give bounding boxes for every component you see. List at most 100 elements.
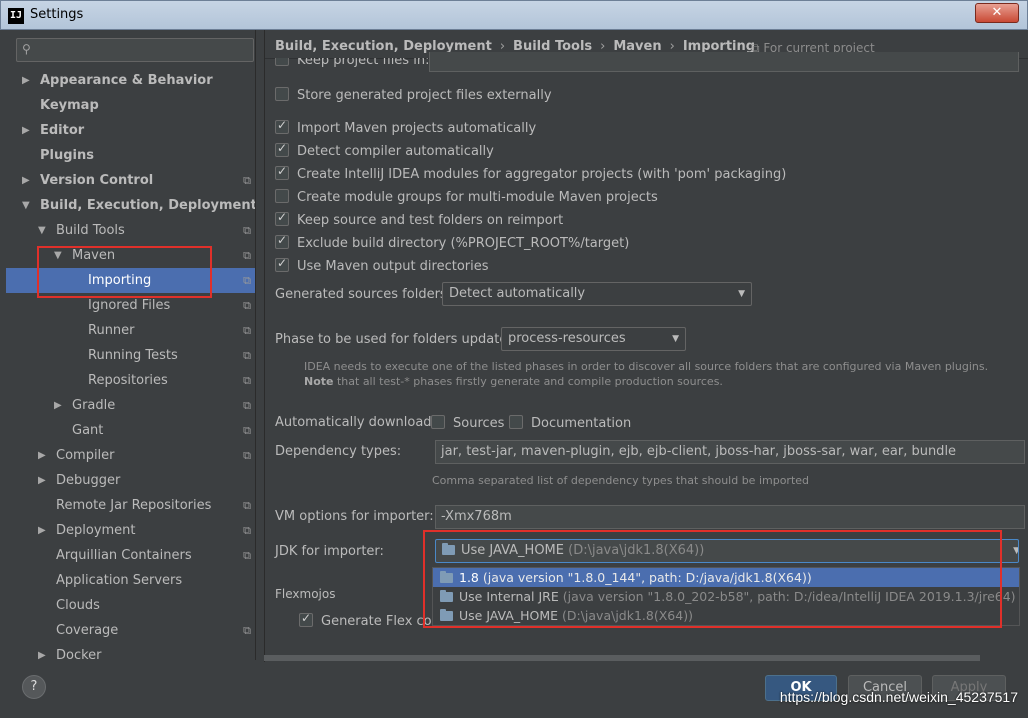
sidebar-item-running-tests[interactable]: Running Tests ⧉ [6,343,263,368]
keep-project-files-checkbox[interactable] [275,58,289,66]
project-scope-icon: ⧉ [243,324,251,337]
project-scope-icon: ⧉ [243,499,251,512]
sidebar-item-label: Arquillian Containers [56,548,192,563]
settings-sidebar: ⚲ ▶ Appearance & Behavior Keymap ▶ Editor Plu… [6,30,263,662]
documentation-option: Documentation [509,415,631,431]
store-externally-row: Store generated project files externally [275,87,552,103]
dependency-types-field[interactable]: jar, test-jar, maven-plugin, ejb, ejb-cl… [435,440,1025,464]
import-option-checkbox[interactable] [275,141,289,157]
project-scope-icon: ⧉ [243,399,251,412]
sidebar-item-label: Runner [88,323,135,338]
phase-note-bold: Note [304,375,334,388]
sidebar-item-label: Debugger [56,473,121,488]
import-option-label: Keep source and test folders on reimport [297,213,564,228]
sidebar-item-label: Build, Execution, Deployment [40,198,257,213]
import-option-label: Create module groups for multi-module Ma… [297,190,658,205]
phase-note-text: that all test-* phases firstly generate … [333,375,723,388]
keep-project-files-label: Keep project files in: [297,58,430,68]
sidebar-item-deployment[interactable]: ▶ Deployment ⧉ [6,518,263,543]
sidebar-item-compiler[interactable]: ▶ Compiler ⧉ [6,443,263,468]
import-option-row: Keep source and test folders on reimport [275,210,564,228]
collapsed-arrow-icon[interactable]: ▶ [38,443,46,468]
collapsed-arrow-icon[interactable]: ▶ [38,643,46,662]
generated-sources-dropdown[interactable]: Detect automatically ▼ [442,282,752,306]
collapsed-arrow-icon[interactable]: ▶ [38,518,46,543]
store-externally-checkbox[interactable] [275,87,289,101]
phase-note-line-2: Note that all test-* phases firstly gene… [304,374,723,389]
dependency-types-hint: Comma separated list of dependency types… [432,474,810,487]
collapsed-arrow-icon[interactable]: ▶ [54,393,62,418]
sidebar-item-label: Appearance & Behavior [40,73,213,88]
sidebar-item-label: Running Tests [88,348,178,363]
intellij-icon: IJ [8,8,24,24]
import-option-checkbox[interactable] [275,164,289,180]
sidebar-scrollbar[interactable] [255,30,263,660]
window-title: Settings [30,7,84,22]
sidebar-item-build-tools[interactable]: ▼ Build Tools ⧉ [6,218,263,243]
chevron-down-icon: ▼ [738,289,745,299]
vm-options-field[interactable]: -Xmx768m [435,505,1025,529]
sidebar-item-appearance-behavior[interactable]: ▶ Appearance & Behavior [6,68,263,93]
sources-checkbox[interactable] [431,415,445,429]
sidebar-item-docker[interactable]: ▶ Docker [6,643,263,662]
sidebar-item-repositories[interactable]: Repositories ⧉ [6,368,263,393]
sources-label: Sources [453,416,505,431]
sidebar-item-keymap[interactable]: Keymap [6,93,263,118]
collapsed-arrow-icon[interactable]: ▶ [22,168,30,193]
sidebar-item-label: Coverage [56,623,119,638]
project-scope-icon: ⧉ [243,424,251,437]
expanded-arrow-icon[interactable]: ▼ [22,193,30,218]
sidebar-item-runner[interactable]: Runner ⧉ [6,318,263,343]
phase-dropdown[interactable]: process-resources ▼ [501,327,686,351]
sidebar-item-label: Gant [72,423,104,438]
settings-search-input[interactable]: ⚲ [16,38,254,62]
import-option-label: Use Maven output directories [297,259,489,274]
sidebar-item-label: Clouds [56,598,100,613]
project-scope-icon: ⧉ [243,274,251,287]
sidebar-item-coverage[interactable]: Coverage ⧉ [6,618,263,643]
import-option-checkbox[interactable] [275,256,289,272]
sidebar-item-arquillian-containers[interactable]: Arquillian Containers ⧉ [6,543,263,568]
store-externally-label: Store generated project files externally [297,88,552,103]
import-option-row: Create module groups for multi-module Ma… [275,189,658,205]
sidebar-item-label: Remote Jar Repositories [56,498,212,513]
import-option-checkbox[interactable] [275,189,289,203]
keep-project-files-path-field[interactable] [429,52,1019,72]
sidebar-item-clouds[interactable]: Clouds [6,593,263,618]
settings-tree: ▶ Appearance & Behavior Keymap ▶ Editor Plugi… [6,68,263,662]
generate-flex-checkbox[interactable] [299,611,313,627]
collapsed-arrow-icon[interactable]: ▶ [38,468,46,493]
project-scope-icon: ⧉ [243,224,251,237]
sidebar-item-gant[interactable]: Gant ⧉ [6,418,263,443]
sidebar-item-plugins[interactable]: Plugins [6,143,263,168]
sidebar-item-version-control[interactable]: ▶ Version Control ⧉ [6,168,263,193]
content-horizontal-scrollbar[interactable] [264,655,980,661]
project-scope-icon: ⧉ [243,249,251,262]
phase-value: process-resources [508,331,626,346]
sources-option: Sources [431,415,504,431]
sidebar-item-label: Gradle [72,398,116,413]
project-scope-icon: ⧉ [243,374,251,387]
import-option-checkbox[interactable] [275,233,289,249]
sidebar-item-remote-jar-repositories[interactable]: Remote Jar Repositories ⧉ [6,493,263,518]
project-scope-icon: ⧉ [243,524,251,537]
sidebar-item-build-execution-deployment[interactable]: ▼ Build, Execution, Deployment [6,193,263,218]
sidebar-item-debugger[interactable]: ▶ Debugger [6,468,263,493]
sidebar-item-gradle[interactable]: ▶ Gradle ⧉ [6,393,263,418]
collapsed-arrow-icon[interactable]: ▶ [22,68,30,93]
sidebar-item-editor[interactable]: ▶ Editor [6,118,263,143]
sidebar-item-label: Docker [56,648,102,662]
import-option-checkbox[interactable] [275,210,289,226]
sidebar-item-application-servers[interactable]: Application Servers [6,568,263,593]
close-window-button[interactable]: ✕ [975,3,1019,23]
sidebar-item-label: Keymap [40,98,99,113]
import-option-row: Create IntelliJ IDEA modules for aggrega… [275,164,786,182]
collapsed-arrow-icon[interactable]: ▶ [22,118,30,143]
phase-note-line-1: IDEA needs to execute one of the listed … [304,360,989,373]
documentation-checkbox[interactable] [509,415,523,429]
help-button[interactable]: ? [22,675,46,699]
sidebar-item-label: Build Tools [56,223,125,238]
expanded-arrow-icon[interactable]: ▼ [38,218,46,243]
import-option-checkbox[interactable] [275,118,289,134]
keep-project-files-row: Keep project files in: [275,58,429,72]
